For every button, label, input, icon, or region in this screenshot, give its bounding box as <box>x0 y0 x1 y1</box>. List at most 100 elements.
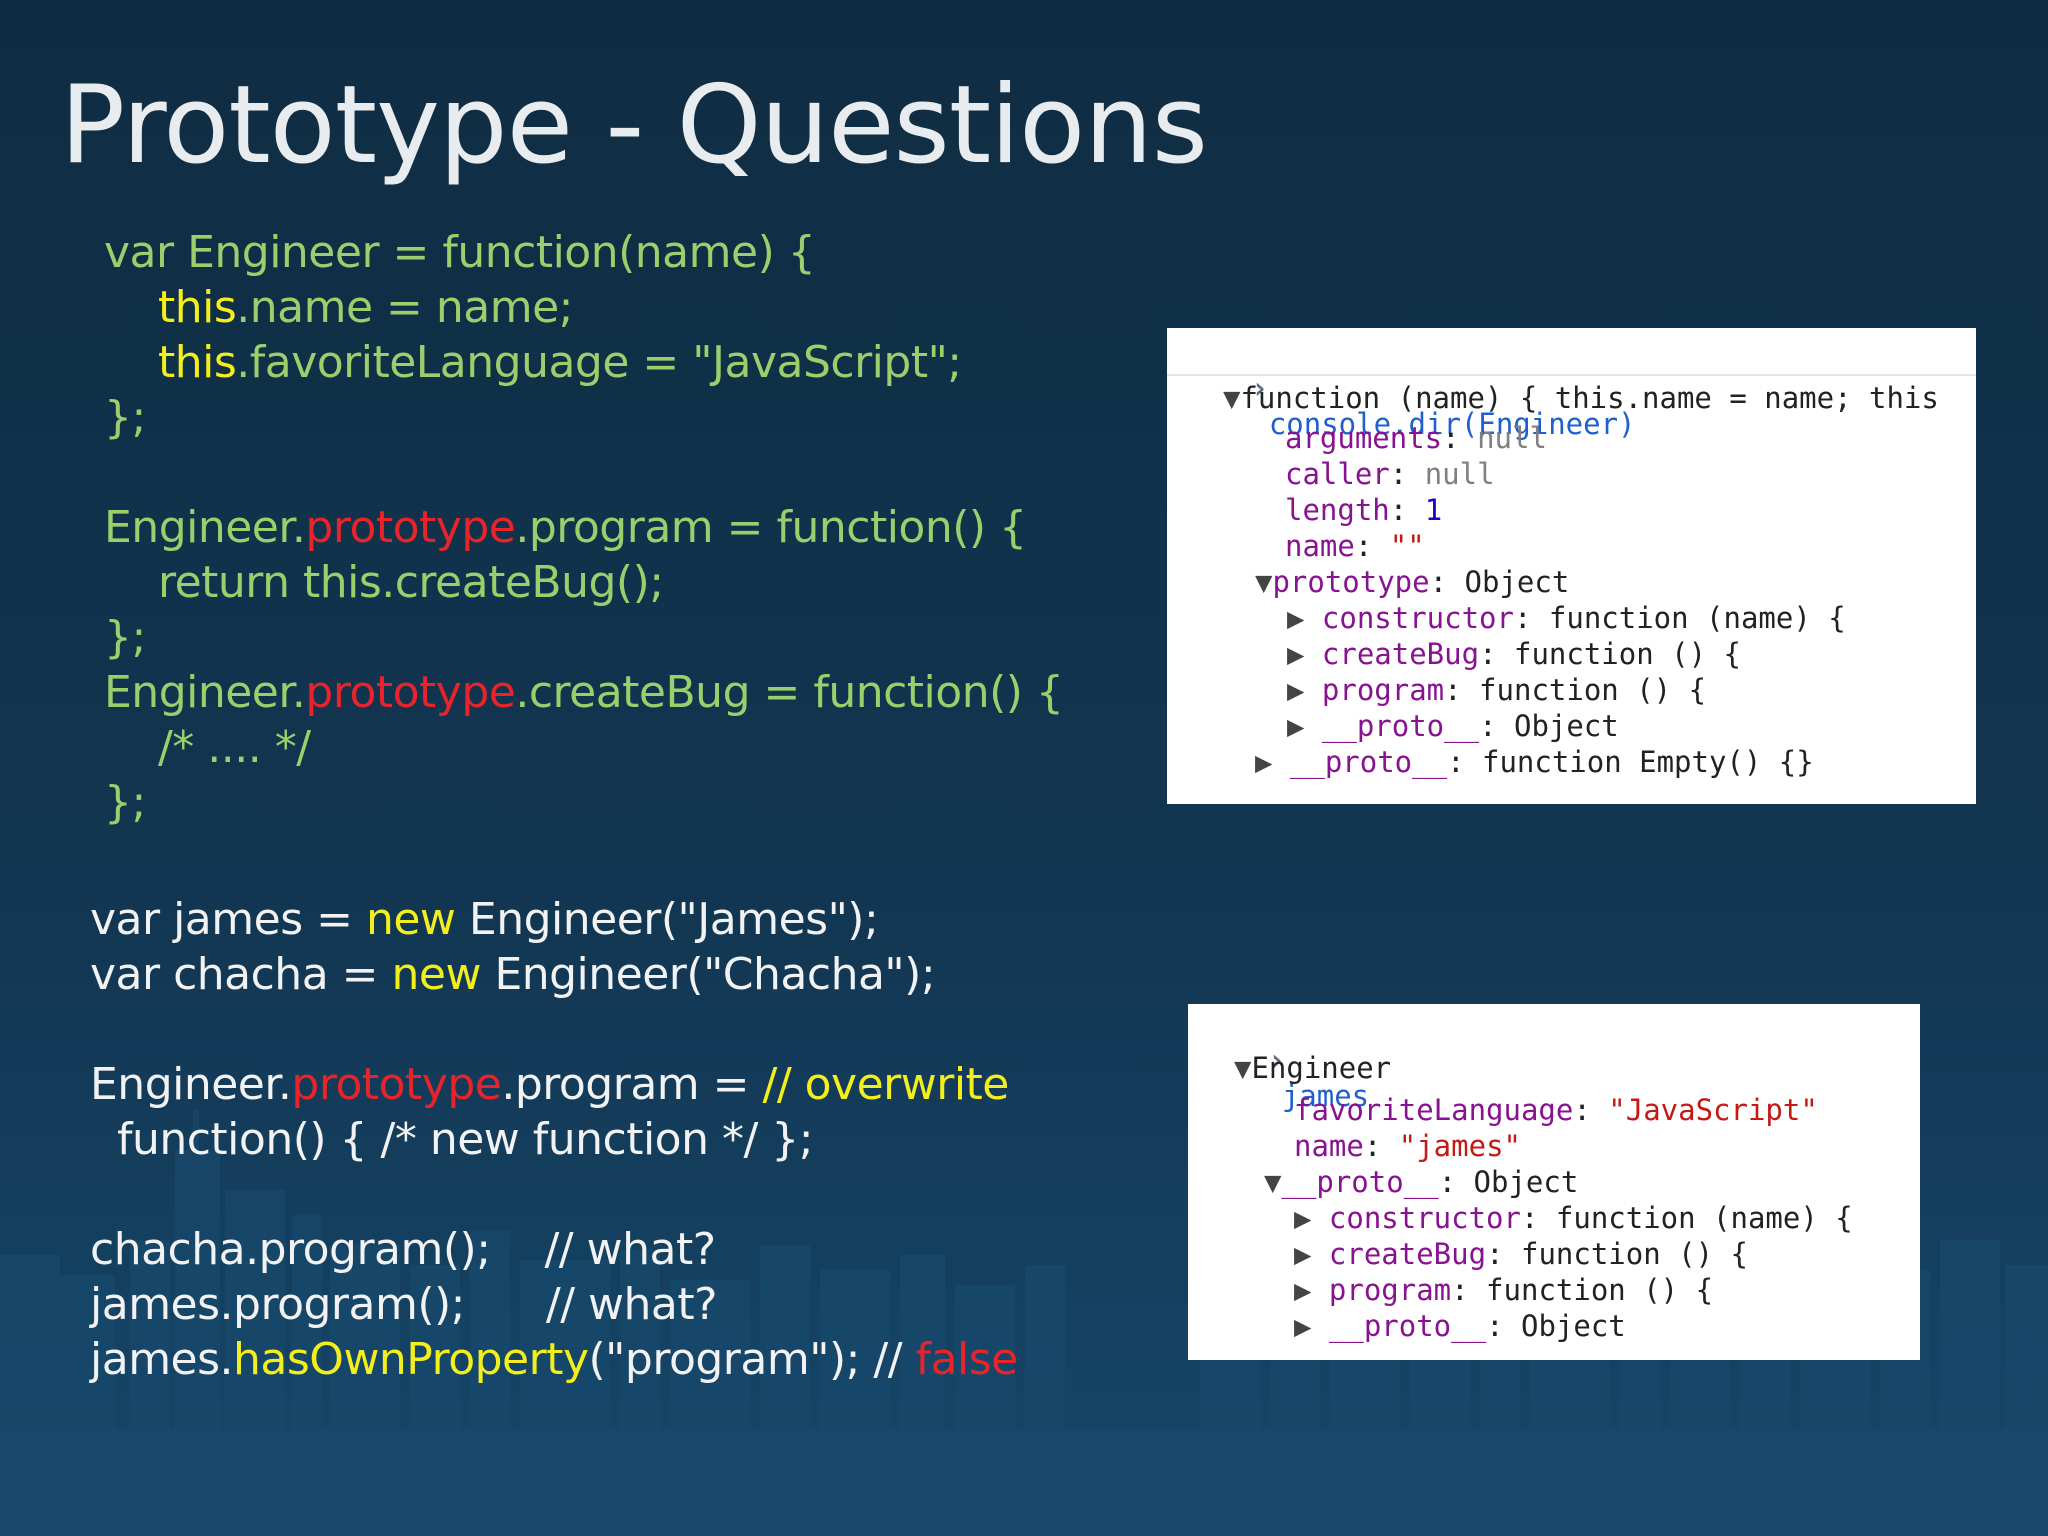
tree-toggle-triangle-icon[interactable]: ▶ <box>1255 744 1290 780</box>
console-tree-row[interactable]: arguments: null <box>1285 420 1547 456</box>
console-token: "james" <box>1398 1129 1521 1163</box>
code-token: .name = name; <box>236 282 573 333</box>
tree-toggle-triangle-icon[interactable]: ▶ <box>1287 708 1322 744</box>
console-token: : function () { <box>1486 1237 1748 1271</box>
code-token: false <box>915 1334 1019 1385</box>
console-tree-row[interactable]: ▶ program: function () { <box>1294 1272 1713 1308</box>
console-tree-row[interactable]: ▶ createBug: function () { <box>1294 1236 1748 1272</box>
console-token: __proto__ <box>1289 745 1448 779</box>
console-tree-row[interactable]: ▼prototype: Object <box>1255 564 1569 600</box>
code-line: }; <box>104 775 1063 830</box>
console-tree-row[interactable]: name: "" <box>1285 528 1425 564</box>
tree-toggle-triangle-icon[interactable]: ▶ <box>1294 1308 1329 1344</box>
console-token: : Object <box>1438 1165 1579 1199</box>
console-token: : <box>1363 1129 1399 1163</box>
tree-toggle-triangle-icon[interactable]: ▶ <box>1287 672 1322 708</box>
tree-toggle-triangle-icon[interactable]: ▶ <box>1287 600 1322 636</box>
console-token: : <box>1354 529 1390 563</box>
code-token: james. <box>90 1334 234 1385</box>
code-token: new <box>391 949 482 1000</box>
console-token: : function (name) { <box>1520 1201 1853 1235</box>
code-token: ("program"); // <box>588 1334 916 1385</box>
console-token: length <box>1285 493 1390 527</box>
code-token: james.program(); // what? <box>90 1279 718 1330</box>
console-tree-row[interactable]: ▶ __proto__: Object <box>1287 708 1619 744</box>
console-token: : Object <box>1479 709 1619 743</box>
code-token: var Engineer = function(name) { <box>104 227 816 278</box>
code-line: }; <box>104 610 1063 665</box>
code-token: chacha.program(); // what? <box>90 1224 716 1275</box>
code-token: this <box>157 282 237 333</box>
code-token: }; <box>104 392 146 443</box>
console-tree-row[interactable]: length: 1 <box>1285 492 1442 528</box>
console-token: null <box>1424 457 1495 491</box>
console-token: "JavaScript" <box>1608 1093 1818 1127</box>
console-tree-row[interactable]: ▼function (name) { this.name = name; thi… <box>1223 380 1939 416</box>
console-token: : function (name) { <box>1513 601 1846 635</box>
console-token: : function () { <box>1451 1273 1714 1307</box>
console-tree-row[interactable]: caller: null <box>1285 456 1495 492</box>
code-token: prototype <box>305 667 516 718</box>
code-token: .favoriteLanguage = "JavaScript"; <box>236 337 962 388</box>
tree-toggle-triangle-icon[interactable]: ▼ <box>1234 1050 1251 1086</box>
console-tree-row[interactable]: favoriteLanguage: "JavaScript" <box>1294 1092 1818 1128</box>
code-line: function() { /* new function */ }; <box>90 1112 1018 1167</box>
console-token: : <box>1573 1093 1609 1127</box>
console-token: : function () { <box>1444 673 1707 707</box>
tree-toggle-triangle-icon[interactable]: ▶ <box>1294 1200 1329 1236</box>
console-tree-row[interactable]: name: "james" <box>1294 1128 1521 1164</box>
console-token: __proto__ <box>1321 709 1480 743</box>
code-token: var james = <box>90 894 366 945</box>
code-line: this.name = name; <box>104 280 1063 335</box>
tree-toggle-triangle-icon[interactable]: ▶ <box>1287 636 1322 672</box>
console-token: createBug <box>1321 637 1480 671</box>
tree-toggle-triangle-icon[interactable]: ▼ <box>1223 380 1240 416</box>
console-tree-row[interactable]: ▼__proto__: Object <box>1264 1164 1578 1200</box>
code-line: james.hasOwnProperty("program"); // fals… <box>90 1332 1018 1387</box>
console-token: program <box>1321 673 1445 707</box>
code-line: this.favoriteLanguage = "JavaScript"; <box>104 335 1063 390</box>
console-token: constructor <box>1328 1201 1521 1235</box>
code-line: /* .... */ <box>104 720 1063 775</box>
console-tree-row[interactable]: ▶ constructor: function (name) { <box>1287 600 1846 636</box>
console-tree-row[interactable]: ▶ __proto__: function Empty() {} <box>1255 744 1814 780</box>
tree-toggle-triangle-icon[interactable]: ▶ <box>1294 1236 1329 1272</box>
code-token: prototype <box>291 1059 502 1110</box>
console-tree-row[interactable]: ▶ __proto__: Object <box>1294 1308 1626 1344</box>
code-token: hasOwnProperty <box>233 1334 589 1385</box>
code-line: chacha.program(); // what? <box>90 1222 1018 1277</box>
console-tree-row[interactable]: ▼Engineer <box>1234 1050 1391 1086</box>
console-token: 1 <box>1424 493 1443 527</box>
console-tree-row[interactable]: ▶ program: function () { <box>1287 672 1706 708</box>
code-token: Engineer. <box>104 667 306 718</box>
code-token: .program = function() { <box>515 502 1027 553</box>
code-line: Engineer.prototype.createBug = function(… <box>104 665 1064 720</box>
console-token: program <box>1328 1273 1452 1307</box>
code-token: .program = <box>501 1059 763 1110</box>
console-token: : <box>1389 457 1425 491</box>
console-tree-row[interactable]: ▶ constructor: function (name) { <box>1294 1200 1853 1236</box>
code-token: return this.createBug(); <box>104 557 664 608</box>
tree-toggle-triangle-icon[interactable]: ▼ <box>1264 1164 1281 1200</box>
console-token: function (name) { this.name = name; this <box>1240 381 1939 415</box>
console-tree-row[interactable]: ▶ createBug: function () { <box>1287 636 1741 672</box>
code-line: }; <box>104 390 1063 445</box>
console-token: : <box>1442 421 1478 455</box>
code-line: return this.createBug(); <box>104 555 1063 610</box>
code-line: var Engineer = function(name) { <box>104 225 1063 280</box>
console-token: : <box>1389 493 1425 527</box>
code-line: james.program(); // what? <box>90 1277 1018 1332</box>
tree-toggle-triangle-icon[interactable]: ▶ <box>1294 1272 1329 1308</box>
console-command-line: › james <box>1198 1006 1369 1113</box>
devtools-console-james-panel: › james ▼Engineer favoriteLanguage: "Java… <box>1188 1004 1920 1360</box>
console-token: : Object <box>1486 1309 1626 1343</box>
console-token: name <box>1294 1129 1364 1163</box>
code-token: Engineer. <box>90 1059 292 1110</box>
code-line: Engineer.prototype.program = function() … <box>104 500 1063 555</box>
code-token: }; <box>104 777 146 828</box>
prototype-questions-code-block: var james = new Engineer("James"); var ch… <box>90 892 1018 1387</box>
tree-toggle-triangle-icon[interactable]: ▼ <box>1255 564 1272 600</box>
